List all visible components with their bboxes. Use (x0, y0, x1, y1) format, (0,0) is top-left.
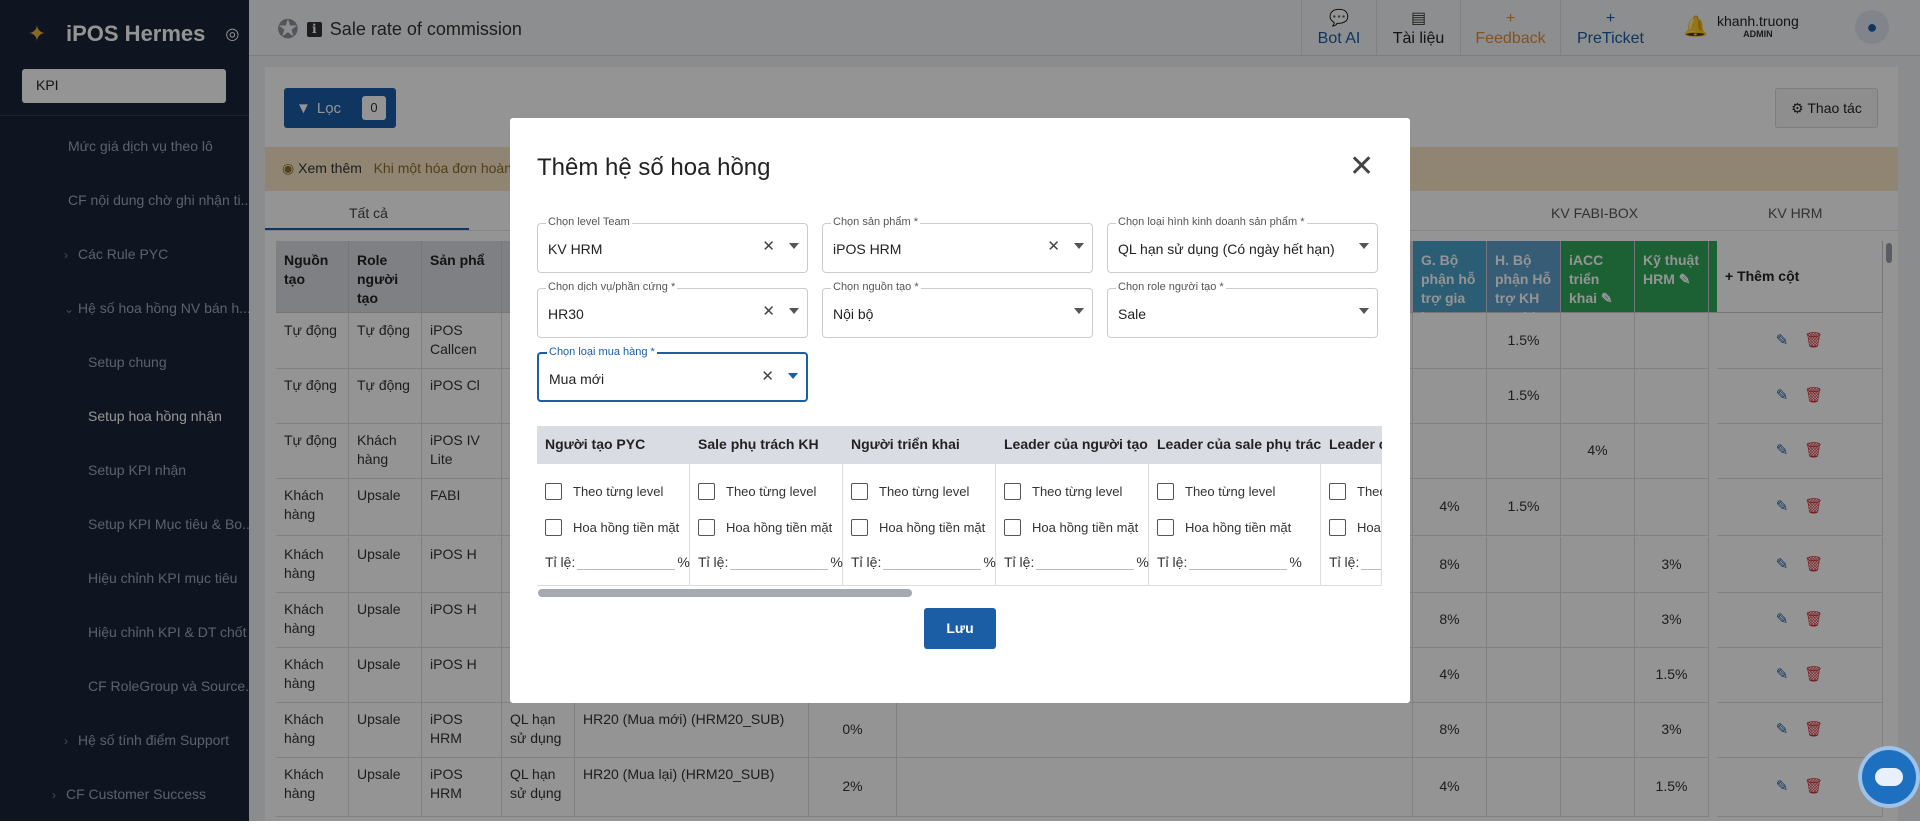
clear-icon[interactable]: ✕ (1047, 237, 1060, 255)
cash-checkbox[interactable] (1329, 519, 1346, 536)
level-checkbox[interactable] (698, 483, 715, 500)
field-label: Chọn role người tạo * (1116, 281, 1226, 293)
rate-input[interactable] (1189, 569, 1288, 570)
field-value: HR30 (548, 306, 584, 322)
modal-col-header: Leader c (1329, 436, 1382, 452)
save-button[interactable]: Lưu (924, 608, 996, 649)
level-checkbox[interactable] (545, 483, 562, 500)
rate-unit: % (677, 554, 690, 570)
field-value: QL hạn sử dụng (Có ngày hết hạn) (1118, 241, 1335, 257)
source-select[interactable]: Chọn nguồn tạo * Nội bộ (822, 281, 1093, 338)
level-checkbox[interactable] (851, 483, 868, 500)
rate-input[interactable] (730, 569, 829, 570)
rate-field[interactable]: Tỉ lệ: (1329, 554, 1382, 570)
chevron-down-icon[interactable] (1074, 243, 1084, 249)
rate-field[interactable]: Tỉ lệ:% (698, 554, 843, 570)
field-value: Mua mới (549, 371, 605, 387)
modal-col-cell: Theo từng level Hoa hồng tiền mặt Tỉ lệ:% (1149, 464, 1321, 586)
close-icon[interactable]: ✕ (1349, 152, 1374, 182)
field-value: Nội bộ (833, 306, 874, 322)
rate-label: Tỉ lệ: (1157, 554, 1188, 570)
field-value: Sale (1118, 306, 1147, 322)
checkbox-label: Hoa hồng tiền mặt (573, 520, 680, 535)
checkbox-label: Theo từng level (573, 484, 664, 499)
rate-unit: % (1289, 554, 1302, 570)
field-label: Chọn loại hình kinh doanh sản phẩm * (1116, 216, 1307, 228)
modal-col-header: Người tạo PYC (545, 436, 646, 452)
field-label: Chọn level Team (546, 216, 632, 228)
rate-label: Tỉ lệ: (851, 554, 882, 570)
checkbox-label: Hoa hồng tiền mặt (726, 520, 833, 535)
field-label: Chọn sản phẩm * (831, 216, 920, 228)
cash-checkbox[interactable] (1004, 519, 1021, 536)
field-label: Chọn loại mua hàng * (547, 346, 657, 358)
level-checkbox[interactable] (1157, 483, 1174, 500)
field-value: KV HRM (548, 241, 603, 257)
chevron-down-icon[interactable] (1359, 308, 1369, 314)
rate-unit: % (983, 554, 996, 570)
modal-col-header: Người triển khai (851, 436, 960, 452)
modal-col-header: Leader của sale phụ trách (1157, 436, 1321, 452)
rate-input[interactable] (577, 569, 676, 570)
robot-face-icon (1875, 768, 1903, 786)
cash-checkbox[interactable] (851, 519, 868, 536)
chevron-down-icon[interactable] (1074, 308, 1084, 314)
rate-field[interactable]: Tỉ lệ:% (1157, 554, 1302, 570)
checkbox-label: Hoa hồng tiền mặt (1185, 520, 1292, 535)
modal-col-header: Sale phụ trách KH (698, 436, 819, 452)
purchase-type-select[interactable]: Chọn loại mua hàng * Mua mới ✕ (537, 346, 808, 402)
rate-label: Tỉ lệ: (698, 554, 729, 570)
horizontal-scrollbar[interactable] (538, 589, 912, 597)
modal-col-cell: Theo Hoa Tỉ lệ: (1321, 464, 1382, 586)
modal-col-cell: Theo từng level Hoa hồng tiền mặt Tỉ lệ:% (690, 464, 843, 586)
rate-field[interactable]: Tỉ lệ:% (1004, 554, 1149, 570)
level-checkbox[interactable] (1329, 483, 1346, 500)
rate-unit: % (1136, 554, 1149, 570)
chevron-down-icon[interactable] (789, 243, 799, 249)
checkbox-label: Hoa hồng tiền mặt (1032, 520, 1139, 535)
checkbox-label: Theo (1357, 484, 1382, 499)
rate-input[interactable] (1036, 569, 1135, 570)
chevron-down-icon[interactable] (789, 308, 799, 314)
cash-checkbox[interactable] (1157, 519, 1174, 536)
checkbox-label: Theo từng level (726, 484, 817, 499)
service-select[interactable]: Chọn dịch vụ/phần cứng * HR30 ✕ (537, 281, 808, 338)
rate-label: Tỉ lệ: (1329, 554, 1360, 570)
modal-title: Thêm hệ số hoa hồng (537, 154, 771, 181)
product-select[interactable]: Chọn sản phẩm * iPOS HRM ✕ (822, 216, 1093, 273)
rate-input[interactable] (1361, 569, 1382, 570)
checkbox-label: Theo từng level (1032, 484, 1123, 499)
modal-col-header: Leader của người tạo (1004, 436, 1148, 452)
field-label: Chọn nguồn tạo * (831, 281, 921, 293)
rate-label: Tỉ lệ: (1004, 554, 1035, 570)
creator-role-select[interactable]: Chọn role người tạo * Sale (1107, 281, 1378, 338)
modal-col-cell: Theo từng level Hoa hồng tiền mặt Tỉ lệ:% (843, 464, 996, 586)
field-value: iPOS HRM (833, 241, 902, 257)
chevron-down-icon[interactable] (1359, 243, 1369, 249)
modal-col-cell: Theo từng level Hoa hồng tiền mặt Tỉ lệ:% (996, 464, 1149, 586)
rate-unit: % (830, 554, 843, 570)
level-checkbox[interactable] (1004, 483, 1021, 500)
cash-checkbox[interactable] (698, 519, 715, 536)
rate-field[interactable]: Tỉ lệ:% (545, 554, 690, 570)
clear-icon[interactable]: ✕ (762, 237, 775, 255)
commission-rate-table: Người tạo PYC Theo từng level Hoa hồng tiề… (537, 426, 1382, 604)
rate-label: Tỉ lệ: (545, 554, 576, 570)
clear-icon[interactable]: ✕ (762, 302, 775, 320)
assistant-bubble-icon[interactable] (1862, 750, 1916, 804)
modal-col-cell: Theo từng level Hoa hồng tiền mặt Tỉ lệ:% (537, 464, 690, 586)
clear-icon[interactable]: ✕ (761, 367, 774, 385)
checkbox-label: Hoa hồng tiền mặt (879, 520, 986, 535)
checkbox-label: Theo từng level (1185, 484, 1276, 499)
checkbox-label: Theo từng level (879, 484, 970, 499)
chevron-down-icon[interactable] (788, 373, 798, 379)
checkbox-label: Hoa (1357, 520, 1381, 535)
rate-field[interactable]: Tỉ lệ:% (851, 554, 996, 570)
business-type-select[interactable]: Chọn loại hình kinh doanh sản phẩm * QL h… (1107, 216, 1378, 273)
rate-input[interactable] (883, 569, 982, 570)
field-label: Chọn dịch vụ/phần cứng * (546, 281, 678, 293)
team-level-select[interactable]: Chọn level Team KV HRM ✕ (537, 216, 808, 273)
cash-checkbox[interactable] (545, 519, 562, 536)
